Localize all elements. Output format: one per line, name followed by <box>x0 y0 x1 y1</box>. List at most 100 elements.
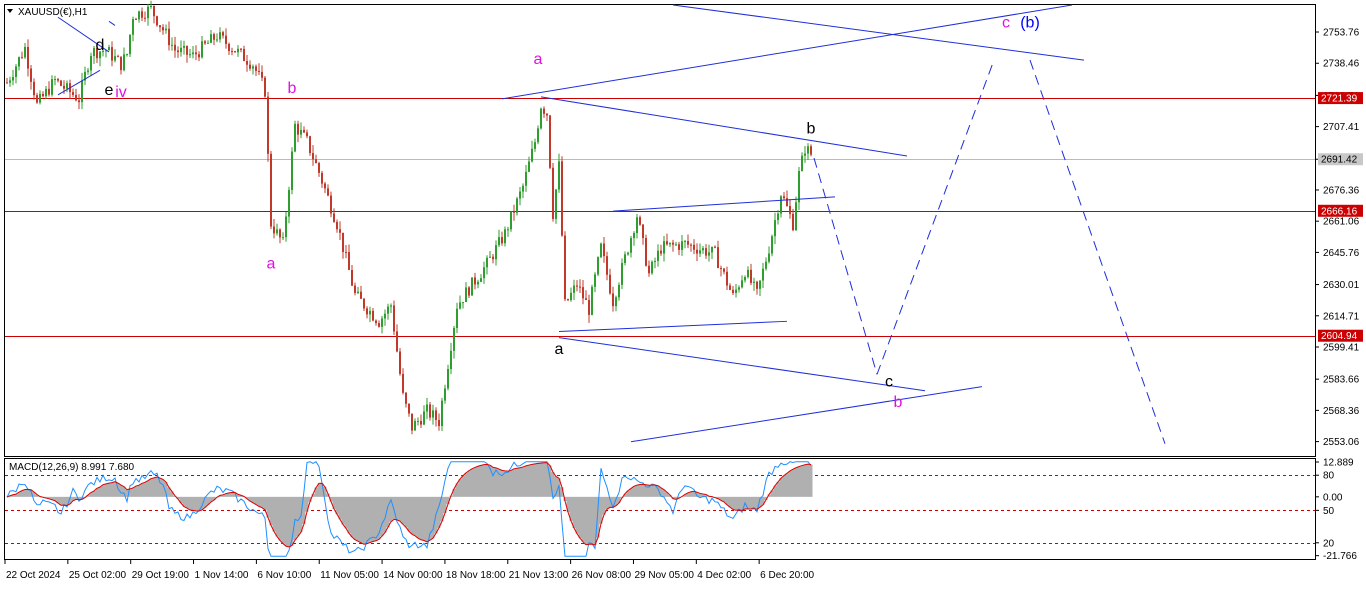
price-tick-label: 2645.76 <box>1323 248 1360 259</box>
candle-body <box>396 331 398 352</box>
candle-body <box>609 274 611 294</box>
candle-body <box>195 52 197 55</box>
candle-body <box>420 420 422 425</box>
candle-body <box>405 392 407 404</box>
candle-body <box>357 291 359 293</box>
candle-body <box>483 267 485 279</box>
candle-body <box>672 242 674 245</box>
candle-body <box>144 17 146 19</box>
trendline-0[interactable] <box>108 20 116 26</box>
projection-line-11[interactable] <box>876 59 995 375</box>
candle-body <box>291 151 293 190</box>
candle-body <box>108 47 110 51</box>
candle-body <box>582 287 584 299</box>
candle-body <box>219 32 221 40</box>
candle-body <box>159 25 161 28</box>
candle-body <box>177 50 179 53</box>
candle-body <box>723 268 725 272</box>
candle-body <box>654 260 656 262</box>
candle-body <box>33 81 35 96</box>
candle-body <box>21 57 23 59</box>
candle-body <box>264 77 266 97</box>
candle-body <box>534 142 536 149</box>
macd-tick-label: 0.00 <box>1323 492 1343 503</box>
price-tick-label: 2614.71 <box>1323 311 1360 322</box>
trendline-5[interactable] <box>558 337 926 392</box>
candle-body <box>333 213 335 222</box>
macd-tick-label: 80 <box>1323 471 1335 482</box>
candle-body <box>378 323 380 327</box>
date-tick-label: 4 Dec 02:00 <box>697 570 751 581</box>
trendline-4[interactable] <box>540 96 908 157</box>
candle-body <box>387 306 389 314</box>
candle-body <box>42 93 44 97</box>
candle-body <box>579 286 581 288</box>
candle-body <box>546 113 548 116</box>
candle-body <box>765 261 767 269</box>
trendlines[interactable] <box>57 4 1166 444</box>
candle-body <box>156 16 158 26</box>
trendline-6[interactable] <box>558 320 788 333</box>
candle-body <box>174 44 176 51</box>
price-tick-label: 2661.06 <box>1323 217 1360 228</box>
price-chart[interactable]: deivbaabacbc(b) 2753.762738.462722.71270… <box>0 0 1366 588</box>
candle-body <box>399 351 401 374</box>
trendline-3[interactable] <box>501 4 1073 100</box>
candle-body <box>786 198 788 207</box>
candle-body <box>270 153 272 227</box>
candle-body <box>15 66 17 78</box>
candle-body <box>435 410 437 420</box>
price-tick-label: 2568.36 <box>1323 406 1360 417</box>
date-tick-label: 1 Nov 14:00 <box>195 570 249 581</box>
candle-body <box>66 83 68 89</box>
candle-body <box>48 88 50 95</box>
candle-body <box>747 269 749 278</box>
candle-body <box>222 32 224 36</box>
date-tick-label: 29 Oct 19:00 <box>132 570 190 581</box>
candle-body <box>267 96 269 154</box>
chart-window[interactable]: deivbaabacbc(b) 2753.762738.462722.71270… <box>0 0 1366 588</box>
candle-body <box>237 48 239 53</box>
candle-body <box>306 132 308 137</box>
candle-body <box>648 265 650 274</box>
candle-body <box>429 404 431 418</box>
candle-body <box>90 56 92 71</box>
price-tick-label: 2599.41 <box>1323 343 1360 354</box>
candle-body <box>132 19 134 35</box>
candle-body <box>303 129 305 133</box>
wave-label-7: a <box>555 341 564 358</box>
wave-label-4: a <box>267 255 276 272</box>
candle-body <box>720 268 722 270</box>
candle-body <box>570 292 572 301</box>
candle-body <box>273 226 275 234</box>
chart-menu-triangle-icon[interactable] <box>7 9 13 13</box>
candle-body <box>594 274 596 287</box>
candle-body <box>183 45 185 48</box>
candle-body <box>735 289 737 294</box>
candle-body <box>327 188 329 196</box>
candle-body <box>573 285 575 293</box>
date-tick-label: 21 Nov 13:00 <box>509 570 569 581</box>
candle-body <box>699 250 701 254</box>
trendline-8[interactable] <box>630 386 983 443</box>
projection-line-12[interactable] <box>1029 59 1166 444</box>
price-tick-label: 2630.01 <box>1323 280 1360 291</box>
candle-body <box>81 80 83 103</box>
macd-axis: 12.889 80 0.00 50 20 -21.766 <box>1315 458 1357 562</box>
candle-body <box>543 108 545 114</box>
candle-body <box>147 6 149 19</box>
candle-body <box>717 247 719 269</box>
candle-body <box>288 189 290 217</box>
candle-body <box>123 54 125 71</box>
candle-body <box>390 305 392 307</box>
candle-body <box>660 250 662 254</box>
projection-line-10[interactable] <box>813 157 878 375</box>
candle-body <box>462 302 464 304</box>
candle-body <box>564 235 566 300</box>
candle-body <box>381 318 383 327</box>
candle-body <box>636 217 638 234</box>
candle-body <box>519 191 521 199</box>
candle-body <box>477 281 479 285</box>
trendline-7[interactable] <box>612 196 836 212</box>
candle-body <box>708 252 710 256</box>
